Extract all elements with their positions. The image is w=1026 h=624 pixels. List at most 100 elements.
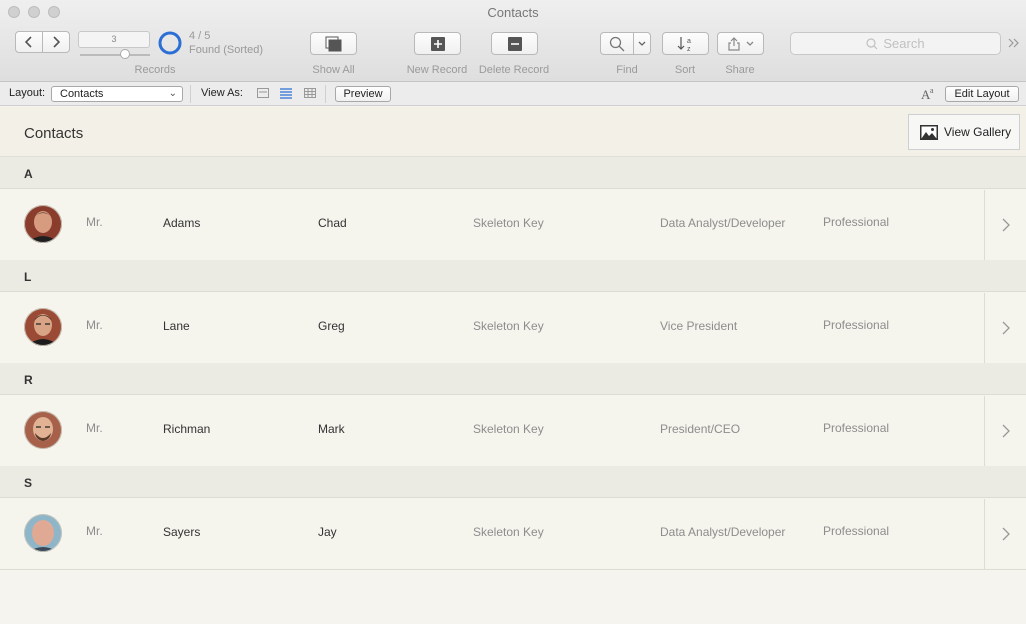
contact-job-title: President/CEO xyxy=(660,422,741,436)
window-title: Contacts xyxy=(487,5,539,20)
contact-last-name: Sayers xyxy=(163,525,201,539)
contact-row[interactable]: Mr. Adams Chad Skeleton Key Data Analyst… xyxy=(0,190,1026,261)
contact-first-name: Chad xyxy=(318,216,347,230)
minus-icon xyxy=(507,36,522,51)
table-view-icon[interactable] xyxy=(304,88,316,99)
contact-title: Mr. xyxy=(86,215,103,229)
chevron-right-icon xyxy=(1002,424,1010,438)
window-toolbar: Contacts 3 Records 4 / 5 Found (Sorted) … xyxy=(0,0,1026,82)
contact-company: Skeleton Key xyxy=(473,525,544,539)
find-menu-button[interactable] xyxy=(633,32,651,55)
found-status: Found (Sorted) xyxy=(189,44,263,56)
search-field[interactable]: Search xyxy=(790,32,1001,55)
chevron-down-icon xyxy=(638,41,646,46)
contact-first-name: Greg xyxy=(318,319,345,333)
contact-last-name: Lane xyxy=(163,319,190,333)
contact-job-title: Data Analyst/Developer xyxy=(660,216,786,230)
chevron-right-icon xyxy=(1002,321,1010,335)
group-letter: S xyxy=(24,476,33,490)
contact-company: Skeleton Key xyxy=(473,319,544,333)
find-label: Find xyxy=(616,64,638,76)
layout-value: Contacts xyxy=(60,88,104,100)
preview-button[interactable]: Preview xyxy=(335,86,391,102)
search-placeholder: Search xyxy=(883,36,925,51)
layout-bar: Layout: Contacts ⌄ View As: Preview A a … xyxy=(0,82,1026,106)
toolbar-overflow-icon[interactable] xyxy=(1008,38,1020,48)
group-header-r: R xyxy=(0,363,1026,395)
plus-icon xyxy=(430,36,445,51)
find-button[interactable] xyxy=(600,32,634,55)
contact-category: Professional xyxy=(823,421,890,435)
new-record-button[interactable] xyxy=(414,32,461,55)
show-all-label: Show All xyxy=(312,64,355,76)
chevron-left-icon xyxy=(25,36,32,48)
svg-text:a: a xyxy=(930,86,934,95)
layout-dropdown[interactable]: Contacts ⌄ xyxy=(51,86,183,102)
form-view-icon[interactable] xyxy=(257,88,269,99)
open-record-button[interactable] xyxy=(984,499,1026,569)
group-header-a: A xyxy=(0,157,1026,189)
contact-title: Mr. xyxy=(86,318,103,332)
open-record-button[interactable] xyxy=(984,190,1026,260)
contact-company: Skeleton Key xyxy=(473,216,544,230)
delete-record-button[interactable] xyxy=(491,32,538,55)
chevron-right-icon xyxy=(1002,527,1010,541)
edit-layout-button[interactable]: Edit Layout xyxy=(945,86,1019,102)
text-format-icon[interactable]: A a xyxy=(921,85,937,101)
svg-text:a: a xyxy=(687,38,691,45)
view-gallery-label: View Gallery xyxy=(944,125,1012,139)
layout-label: Layout: xyxy=(9,87,46,99)
share-label: Share xyxy=(725,64,755,76)
content-header: Contacts View Gallery xyxy=(0,107,1026,157)
show-all-button[interactable] xyxy=(310,32,357,55)
chevron-down-icon xyxy=(746,41,753,46)
contact-row[interactable]: Mr. Sayers Jay Skeleton Key Data Analyst… xyxy=(0,499,1026,570)
image-gallery-icon xyxy=(920,124,938,140)
record-slider-track[interactable] xyxy=(80,54,150,56)
delete-record-label: Delete Record xyxy=(478,64,550,76)
contact-job-title: Vice President xyxy=(660,319,738,333)
chevron-right-icon xyxy=(53,36,60,48)
found-count: 4 / 5 xyxy=(189,30,211,42)
new-record-label: New Record xyxy=(406,64,468,76)
magnifier-icon xyxy=(609,36,625,51)
next-record-button[interactable] xyxy=(42,31,70,53)
contact-title: Mr. xyxy=(86,524,103,538)
avatar xyxy=(24,308,62,346)
share-icon xyxy=(727,36,740,51)
group-letter: A xyxy=(24,167,33,181)
contact-job-title: Data Analyst/Developer xyxy=(660,525,786,539)
contact-last-name: Richman xyxy=(163,422,211,436)
contact-first-name: Jay xyxy=(318,525,337,539)
view-as-label: View As: xyxy=(201,87,243,99)
current-record-field[interactable]: 3 xyxy=(78,31,150,48)
svg-text:z: z xyxy=(687,46,691,52)
group-header-l: L xyxy=(0,260,1026,292)
avatar xyxy=(24,411,62,449)
contact-category: Professional xyxy=(823,318,890,332)
records-label: Records xyxy=(134,64,176,76)
avatar xyxy=(24,514,62,552)
found-progress-ring-icon xyxy=(158,31,182,55)
share-button[interactable] xyxy=(717,32,764,55)
sort-az-icon: a z xyxy=(677,36,691,52)
avatar xyxy=(24,205,62,243)
contact-row[interactable]: Mr. Lane Greg Skeleton Key Vice Presiden… xyxy=(0,293,1026,364)
group-letter: L xyxy=(24,270,32,284)
open-record-button[interactable] xyxy=(984,396,1026,466)
list-view-icon[interactable] xyxy=(280,88,292,99)
stacked-records-icon xyxy=(325,36,341,51)
page-title: Contacts xyxy=(24,125,84,142)
divider xyxy=(325,85,326,103)
group-letter: R xyxy=(24,373,33,387)
contact-title: Mr. xyxy=(86,421,103,435)
contact-category: Professional xyxy=(823,524,890,538)
contact-first-name: Mark xyxy=(318,422,345,436)
sort-button[interactable]: a z xyxy=(662,32,709,55)
contact-row[interactable]: Mr. Richman Mark Skeleton Key President/… xyxy=(0,396,1026,467)
previous-record-button[interactable] xyxy=(15,31,43,53)
view-gallery-button[interactable]: View Gallery xyxy=(908,114,1020,150)
open-record-button[interactable] xyxy=(984,293,1026,363)
record-slider-knob[interactable] xyxy=(120,49,130,59)
group-header-s: S xyxy=(0,466,1026,498)
